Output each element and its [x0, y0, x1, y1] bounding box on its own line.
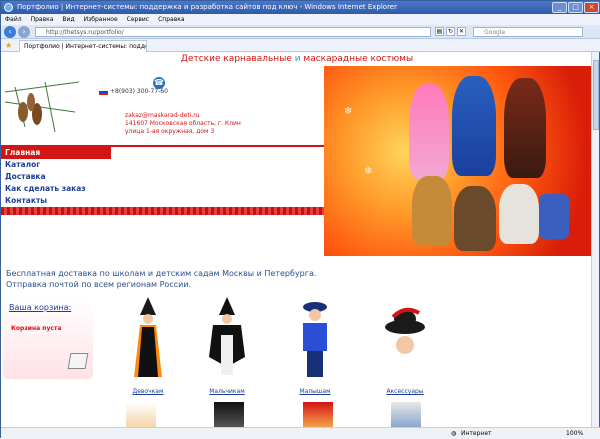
address-toolbar: ‹ › http://thetsys.ru/portfolio/ ▤ ↻ ✕ G… [1, 25, 600, 39]
category-girls-link[interactable]: Девочкам [113, 388, 183, 395]
banner-image: ❄ ❄ ❄ ❄ [324, 66, 593, 256]
category-toddlers[interactable]: Малышам [280, 297, 350, 397]
cart-widget: Ваша корзина: Корзина пуста [3, 299, 93, 379]
phone-number: +8(903) 300-77-60 [110, 88, 168, 95]
favorites-star-icon[interactable]: ★ [5, 41, 12, 50]
product-thumb[interactable] [303, 402, 333, 427]
boy-costume-image [209, 297, 245, 375]
menu-bar: Файл Правка Вид Избранное Сервис Справка [1, 14, 600, 25]
scroll-thumb[interactable] [593, 60, 599, 130]
category-accessories-link[interactable]: Аксессуары [370, 388, 440, 395]
cart-title[interactable]: Ваша корзина: [9, 303, 71, 312]
promo-text: Бесплатная доставка по школам и детским … [6, 268, 316, 290]
menu-tools[interactable]: Сервис [127, 14, 149, 25]
back-button[interactable]: ‹ [4, 26, 16, 38]
product-thumb[interactable] [126, 402, 156, 427]
product-thumb[interactable] [391, 402, 421, 427]
email-link[interactable]: zakaz@maskarad-deti.ru [125, 112, 241, 120]
globe-icon: ◍ [451, 430, 457, 437]
category-toddlers-link[interactable]: Малышам [280, 388, 350, 395]
menu-edit[interactable]: Правка [31, 14, 54, 25]
accessory-hat-image [385, 307, 425, 354]
nav-item-catalog[interactable]: Каталог [1, 159, 324, 171]
nav-item-how-to-order[interactable]: Как сделать заказ [1, 183, 324, 195]
window-title: Портфолио | Интернет-системы: поддержка … [17, 3, 397, 11]
address-actions: ▤ ↻ ✕ [435, 27, 466, 36]
product-thumb[interactable] [214, 402, 244, 427]
vertical-scrollbar[interactable] [591, 52, 599, 427]
toddler-costume-image [303, 302, 327, 377]
phone-row: +8(903) 300-77-60 [99, 88, 168, 95]
address-line-1: 141607 Московская область, г. Клин [125, 120, 241, 127]
site-header-title: Детские карнавальные и маскарадные костю… [1, 54, 593, 64]
minimize-button[interactable]: _ [552, 2, 567, 13]
header-title-part3: маскарадные костюмы [300, 54, 414, 64]
header-title-part1: Детские карнавальные [180, 54, 295, 64]
category-girls[interactable]: Девочкам [113, 297, 183, 397]
menu-favorites[interactable]: Избранное [84, 14, 118, 25]
cart-empty-text: Корзина пуста [11, 325, 62, 332]
menu-view[interactable]: Вид [62, 14, 74, 25]
address-line-2: улица 1-ая окружная, дом 3 [125, 128, 215, 135]
shopping-box-icon [67, 353, 89, 369]
pine-branch-icon [5, 81, 79, 133]
category-boys[interactable]: Мальчикам [192, 297, 262, 397]
promo-line-2: Отправка почтой по всем регионам России. [6, 280, 192, 289]
category-accessories[interactable]: Аксессуары [370, 297, 440, 397]
contact-block: zakaz@maskarad-deti.ru 141607 Московская… [125, 112, 241, 136]
address-input[interactable]: http://thetsys.ru/portfolio/ [35, 27, 431, 37]
refresh-icon[interactable]: ↻ [446, 27, 455, 36]
ie-icon [4, 3, 13, 12]
status-bar: ◍ Интернет 100% [1, 427, 600, 439]
compat-icon[interactable]: ▤ [435, 27, 444, 36]
tab-bar: ★ Портфолио | Интернет-системы: поддержк… [1, 39, 600, 52]
status-zone: Интернет [461, 430, 492, 437]
menu-help[interactable]: Справка [158, 14, 184, 25]
search-input[interactable]: Google [473, 27, 583, 37]
menu-file[interactable]: Файл [5, 14, 22, 25]
promo-line-1: Бесплатная доставка по школам и детским … [6, 269, 317, 278]
title-bar: Портфолио | Интернет-системы: поддержка … [1, 1, 600, 14]
close-button[interactable]: × [584, 2, 599, 13]
russia-flag-icon [99, 88, 108, 95]
stop-icon[interactable]: ✕ [457, 27, 466, 36]
decor-stripe [1, 207, 324, 215]
main-nav: Главная Каталог Доставка Как сделать зак… [1, 147, 324, 207]
nav-item-home[interactable]: Главная [1, 147, 111, 159]
category-boys-link[interactable]: Мальчикам [192, 388, 262, 395]
girl-costume-image [134, 297, 162, 377]
browser-window: Портфолио | Интернет-системы: поддержка … [0, 0, 600, 439]
zoom-level[interactable]: 100% [566, 428, 583, 439]
nav-item-contacts[interactable]: Контакты [1, 195, 324, 207]
forward-button[interactable]: › [18, 26, 30, 38]
window-controls: _ □ × [552, 2, 599, 13]
tab-portfolio[interactable]: Портфолио | Интернет-системы: поддержка … [19, 40, 147, 52]
page-content: Детские карнавальные и маскарадные костю… [1, 52, 593, 427]
maximize-button[interactable]: □ [568, 2, 583, 13]
nav-item-delivery[interactable]: Доставка [1, 171, 324, 183]
